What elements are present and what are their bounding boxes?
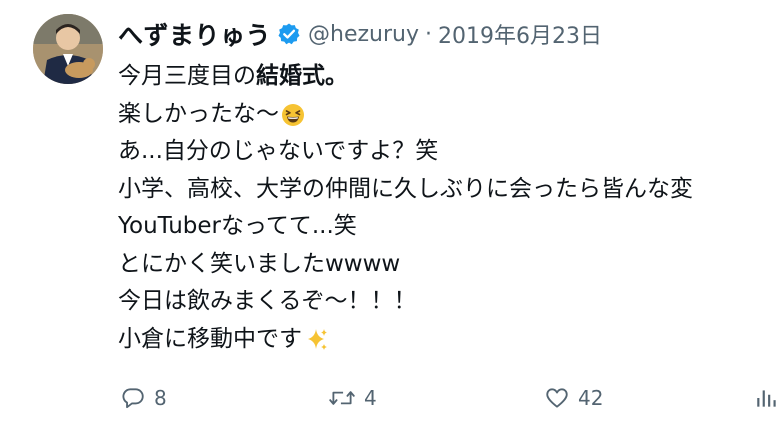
tweet-line: あ...自分のじゃないですよ？笑 — [118, 133, 783, 171]
tweet-line-text: YouTuberなってて...笑 — [118, 213, 357, 239]
tweet-line-text: 今月三度目の — [118, 63, 256, 89]
verified-badge-icon — [277, 22, 301, 46]
tweet-line-text: 楽しかったな〜 — [118, 100, 279, 127]
tweet-line: 今日は飲みまくるぞ〜！！！ — [118, 283, 783, 321]
retweet-count: 4 — [364, 386, 377, 410]
tweet-line-text: 小学、高校、大学の仲間に久しぶりに会ったら皆んな変 — [118, 175, 693, 202]
tweet-line-text: とにかく笑いましたwwww — [118, 250, 401, 277]
tweet-line-text: 小倉に移動中です — [118, 325, 302, 352]
like-button[interactable]: 42 — [544, 380, 603, 416]
tweet-line-bold: 結婚式。 — [256, 63, 348, 89]
tweet-card: へずまりゅう @hezuruy · 2019年6月23日 今月三度目の 結婚式。 … — [0, 0, 783, 433]
tweet-actions: 8 4 42 — [118, 380, 783, 416]
reply-icon — [120, 385, 146, 411]
reply-count: 8 — [154, 386, 167, 410]
tweet-line-text: 今日は飲みまくるぞ〜！！！ — [118, 288, 417, 314]
tweet-line: YouTuberなってて...笑 — [118, 208, 783, 246]
header-separator: · — [425, 21, 432, 47]
reply-button[interactable]: 8 — [120, 380, 167, 416]
tweet-line-text: あ...自分のじゃないですよ？笑 — [118, 138, 439, 164]
grinning-squinting-face-emoji-icon — [281, 102, 305, 127]
tweet-line: 楽しかったな〜 — [118, 96, 783, 134]
analytics-button[interactable] — [754, 380, 780, 416]
analytics-icon — [754, 385, 780, 411]
user-handle[interactable]: @hezuruy — [308, 22, 419, 47]
tweet-line: 小倉に移動中です — [118, 321, 783, 359]
tweet-line: とにかく笑いましたwwww — [118, 246, 783, 284]
tweet-line: 小学、高校、大学の仲間に久しぶりに会ったら皆んな変 — [118, 171, 783, 209]
tweet-header: へずまりゅう @hezuruy · 2019年6月23日 — [118, 16, 602, 52]
display-name[interactable]: へずまりゅう — [118, 16, 271, 52]
tweet-line: 今月三度目の 結婚式。 — [118, 58, 783, 96]
tweet-text: 今月三度目の 結婚式。 楽しかったな〜 あ...自分のじゃないですよ？笑 小学、高… — [118, 58, 783, 358]
retweet-button[interactable]: 4 — [328, 380, 377, 416]
retweet-icon — [328, 385, 356, 411]
user-avatar[interactable] — [33, 14, 103, 84]
tweet-date[interactable]: 2019年6月23日 — [438, 18, 602, 50]
sparkles-emoji-icon — [304, 327, 328, 351]
like-count: 42 — [578, 386, 604, 410]
like-heart-icon — [544, 385, 570, 411]
